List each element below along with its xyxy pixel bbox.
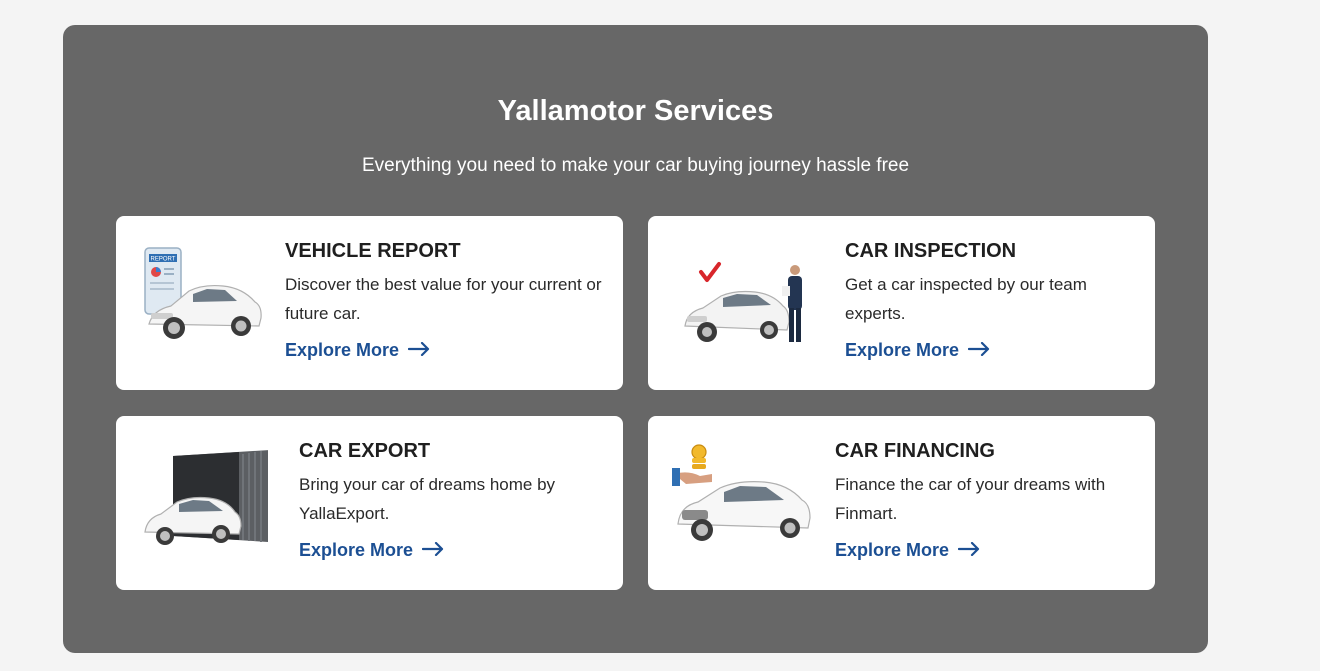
card-description: Finance the car of your dreams with Finm… bbox=[835, 475, 1106, 523]
explore-more-link[interactable]: Explore More bbox=[285, 338, 430, 362]
services-panel: Yallamotor Services Everything you need … bbox=[63, 25, 1208, 653]
card-title: CAR EXPORT bbox=[299, 440, 431, 462]
card-text: CAR EXPORT Bring your car of dreams home… bbox=[299, 438, 579, 562]
car-financing-icon bbox=[672, 444, 811, 544]
panel-title: Yallamotor Services bbox=[497, 95, 774, 127]
arrow-right-icon bbox=[967, 338, 990, 362]
service-card-vehicle-report[interactable]: REPORT VEHICLE REPORT Discover the best … bbox=[116, 216, 623, 390]
card-title: VEHICLE REPORT bbox=[285, 240, 461, 262]
explore-more-label: Explore More bbox=[845, 340, 960, 360]
explore-more-link[interactable]: Explore More bbox=[835, 538, 980, 562]
card-text: CAR FINANCING Finance the car of your dr… bbox=[835, 438, 1125, 562]
card-text: VEHICLE REPORT Discover the best value f… bbox=[285, 238, 605, 362]
card-description: Get a car inspected by our team experts. bbox=[845, 275, 1087, 323]
card-title: CAR INSPECTION bbox=[845, 240, 1017, 262]
card-description: Discover the best value for your current… bbox=[285, 275, 602, 323]
vehicle-report-icon: REPORT bbox=[141, 246, 266, 346]
arrow-right-icon bbox=[407, 338, 430, 362]
card-description: Bring your car of dreams home by YallaEx… bbox=[299, 475, 556, 523]
explore-more-label: Explore More bbox=[835, 540, 950, 560]
explore-more-link[interactable]: Explore More bbox=[299, 538, 444, 562]
panel-subtitle: Everything you need to make your car buy… bbox=[361, 155, 910, 176]
card-title: CAR FINANCING bbox=[835, 440, 995, 462]
arrow-right-icon bbox=[421, 538, 444, 562]
service-card-car-financing[interactable]: CAR FINANCING Finance the car of your dr… bbox=[648, 416, 1155, 590]
explore-more-label: Explore More bbox=[299, 540, 414, 560]
car-export-icon bbox=[143, 450, 269, 550]
car-inspection-icon bbox=[683, 260, 808, 360]
explore-more-label: Explore More bbox=[285, 340, 400, 360]
arrow-right-icon bbox=[957, 538, 980, 562]
explore-more-link[interactable]: Explore More bbox=[845, 338, 990, 362]
report-badge-text: REPORT bbox=[151, 257, 176, 263]
service-card-car-export[interactable]: CAR EXPORT Bring your car of dreams home… bbox=[116, 416, 623, 590]
service-card-car-inspection[interactable]: CAR INSPECTION Get a car inspected by ou… bbox=[648, 216, 1155, 390]
card-text: CAR INSPECTION Get a car inspected by ou… bbox=[845, 238, 1105, 362]
